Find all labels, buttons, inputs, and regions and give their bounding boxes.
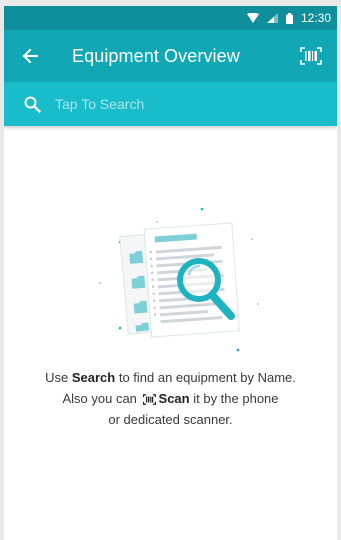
signal-icon bbox=[266, 13, 278, 23]
wifi-icon bbox=[246, 13, 259, 23]
document-search-illustration bbox=[99, 207, 259, 352]
search-icon bbox=[24, 96, 41, 113]
battery-icon bbox=[285, 12, 293, 24]
arrow-left-icon bbox=[22, 48, 38, 64]
message-line-2: Also you can Scan it by the phone bbox=[62, 391, 279, 406]
barcode-scan-icon bbox=[300, 47, 322, 65]
scan-keyword: Scan bbox=[158, 391, 190, 406]
app-bar: Equipment Overview bbox=[4, 30, 337, 82]
page-title: Equipment Overview bbox=[72, 46, 240, 66]
phone-screen: 12:30 Equipment Overview Tap To Search U… bbox=[4, 6, 337, 540]
search-input[interactable] bbox=[55, 89, 295, 119]
barcode-scan-icon bbox=[142, 394, 156, 405]
empty-state: Use Search to find an equipment by Name.… bbox=[4, 126, 337, 540]
back-button[interactable] bbox=[4, 30, 56, 82]
scan-button[interactable] bbox=[291, 30, 331, 82]
search-keyword: Search bbox=[71, 370, 116, 385]
empty-state-message: Use Search to find an equipment by Name.… bbox=[4, 367, 337, 430]
search-bar[interactable] bbox=[4, 82, 337, 126]
status-time: 12:30 bbox=[300, 11, 331, 25]
status-bar: 12:30 bbox=[4, 6, 337, 30]
message-line-1: Use Search to find an equipment by Name. bbox=[45, 370, 296, 385]
message-line-3: or dedicated scanner. bbox=[108, 412, 233, 427]
